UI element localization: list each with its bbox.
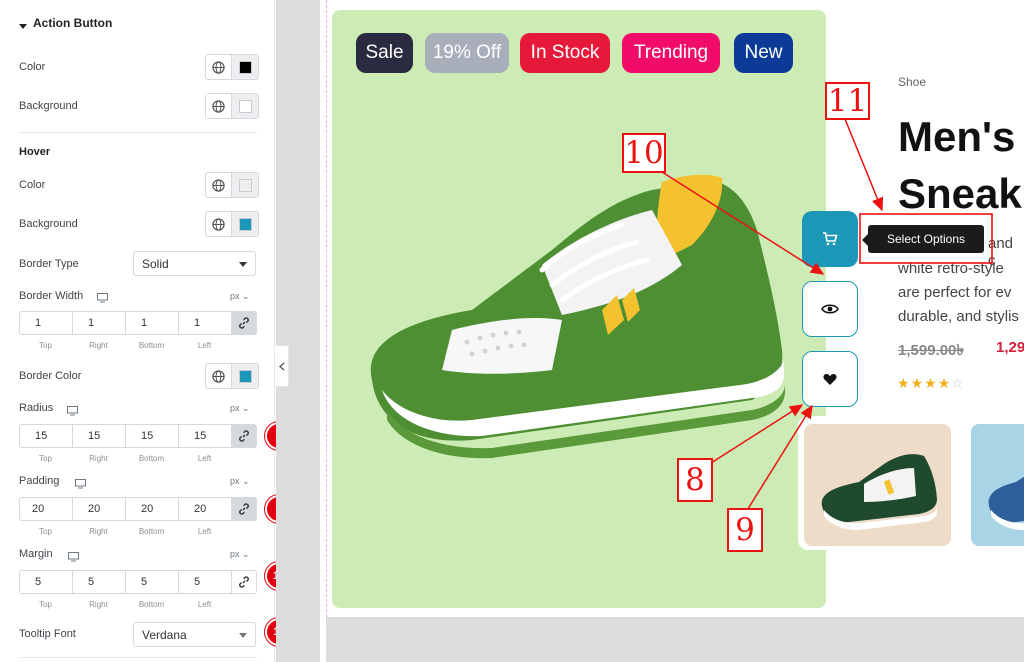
annotation-arrows bbox=[661, 118, 993, 513]
annotation-10: 10 bbox=[622, 133, 666, 173]
arrow-10 bbox=[661, 171, 825, 275]
annotation-9: 9 bbox=[727, 508, 763, 552]
annotation-11: 11 bbox=[825, 82, 870, 120]
arrow-11 bbox=[844, 118, 884, 212]
arrow-8 bbox=[710, 404, 804, 464]
arrow-9 bbox=[745, 404, 813, 513]
annotation-8: 8 bbox=[677, 458, 713, 502]
tooltip-highlight-box bbox=[859, 213, 993, 264]
